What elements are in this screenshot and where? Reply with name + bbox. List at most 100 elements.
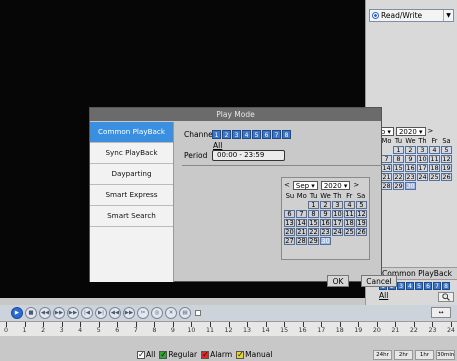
- calendar-day[interactable]: 4: [344, 201, 355, 209]
- calendar-day[interactable]: 20: [284, 228, 295, 236]
- calendar-day[interactable]: 12: [356, 210, 367, 218]
- filter-manual[interactable]: Manual: [236, 350, 272, 359]
- channel-checkbox[interactable]: 8: [282, 130, 291, 139]
- channel-checkbox[interactable]: 7: [272, 130, 281, 139]
- channel-checkbox[interactable]: 2: [222, 130, 231, 139]
- search-button[interactable]: [438, 292, 454, 302]
- calendar-day[interactable]: 19: [441, 164, 452, 172]
- mode-item[interactable]: Sync PlayBack: [90, 143, 173, 164]
- ok-button[interactable]: OK: [327, 275, 349, 287]
- calendar-day[interactable]: 22: [393, 173, 404, 181]
- prev-frame-button[interactable]: |◀: [81, 307, 93, 319]
- calendar-day[interactable]: 5: [441, 146, 452, 154]
- next-month-button[interactable]: >: [428, 127, 434, 135]
- calendar-day[interactable]: 26: [441, 173, 452, 181]
- stop-button[interactable]: ■: [25, 307, 37, 319]
- prev-file-button[interactable]: ◀◀: [109, 307, 121, 319]
- calendar-day[interactable]: 22: [308, 228, 319, 236]
- scale-button[interactable]: 2hr: [394, 350, 413, 360]
- calendar-day[interactable]: 14: [296, 219, 307, 227]
- fast-button[interactable]: ▶▶: [67, 307, 79, 319]
- calendar-day[interactable]: 19: [356, 219, 367, 227]
- channel-checkbox[interactable]: 7: [433, 282, 441, 290]
- calendar-day[interactable]: 15: [393, 164, 404, 172]
- calendar-day[interactable]: 9: [320, 210, 331, 218]
- calendar-day[interactable]: 24: [417, 173, 428, 181]
- calendar-day[interactable]: 14: [381, 164, 392, 172]
- calendar-day[interactable]: 28: [381, 182, 392, 190]
- calendar-day[interactable]: 9: [405, 155, 416, 163]
- calendar-day[interactable]: 23: [405, 173, 416, 181]
- calendar-day[interactable]: 6: [284, 210, 295, 218]
- calendar-day[interactable]: 30: [320, 237, 331, 245]
- calendar-day[interactable]: 25: [429, 173, 440, 181]
- calendar-day[interactable]: 12: [441, 155, 452, 163]
- cancel-button[interactable]: Cancel: [361, 275, 397, 287]
- calendar-day[interactable]: 16: [320, 219, 331, 227]
- calendar-day[interactable]: 17: [332, 219, 343, 227]
- channel-checkbox[interactable]: 3: [232, 130, 241, 139]
- calendar-day[interactable]: 18: [344, 219, 355, 227]
- scale-button[interactable]: 1hr: [415, 350, 434, 360]
- square-toggle[interactable]: [195, 310, 201, 316]
- scale-button[interactable]: 30min: [436, 350, 455, 360]
- calendar-day[interactable]: 1: [393, 146, 404, 154]
- calendar-day[interactable]: 17: [417, 164, 428, 172]
- filter-all[interactable]: All: [137, 350, 155, 359]
- period-input[interactable]: 00:00 - 23:59: [212, 150, 285, 161]
- slow-button[interactable]: ▶▶: [53, 307, 65, 319]
- cut-button[interactable]: ✕: [165, 307, 177, 319]
- mode-item[interactable]: Common PlayBack: [90, 122, 173, 143]
- channel-checkbox[interactable]: 5: [252, 130, 261, 139]
- channel-checkbox[interactable]: 6: [262, 130, 271, 139]
- filter-regular[interactable]: Regular: [159, 350, 197, 359]
- channel-checkbox[interactable]: 8: [442, 282, 450, 290]
- channel-checkbox[interactable]: 4: [242, 130, 251, 139]
- channel-checkbox[interactable]: 5: [415, 282, 423, 290]
- channel-checkbox[interactable]: 4: [406, 282, 414, 290]
- backup-button[interactable]: ▤: [179, 307, 191, 319]
- calendar-day[interactable]: 2: [405, 146, 416, 154]
- play-button[interactable]: ▶: [11, 307, 23, 319]
- calendar-day[interactable]: 10: [417, 155, 428, 163]
- calendar-day[interactable]: 27: [284, 237, 295, 245]
- calendar-day[interactable]: 3: [332, 201, 343, 209]
- calendar-day[interactable]: 26: [356, 228, 367, 236]
- all-channels-toggle[interactable]: All: [213, 141, 222, 150]
- clip-button[interactable]: ✂: [137, 307, 149, 319]
- calendar-day[interactable]: 11: [429, 155, 440, 163]
- calendar-day[interactable]: 25: [344, 228, 355, 236]
- scale-button[interactable]: 24hr: [373, 350, 392, 360]
- next-file-button[interactable]: ▶▶: [123, 307, 135, 319]
- calendar-day[interactable]: 18: [429, 164, 440, 172]
- calendar-day[interactable]: 13: [284, 219, 295, 227]
- mode-item[interactable]: Dayparting: [90, 164, 173, 185]
- calendar-day[interactable]: 24: [332, 228, 343, 236]
- year-select[interactable]: 2020 ▾: [320, 180, 351, 190]
- calendar-day[interactable]: 7: [381, 155, 392, 163]
- all-channels-toggle[interactable]: All: [379, 291, 388, 300]
- next-frame-button[interactable]: ▶|: [95, 307, 107, 319]
- calendar-day[interactable]: 3: [417, 146, 428, 154]
- mode-item[interactable]: Smart Search: [90, 206, 173, 227]
- snapshot-button[interactable]: ◎: [151, 307, 163, 319]
- calendar-day[interactable]: 29: [308, 237, 319, 245]
- calendar-day[interactable]: 10: [332, 210, 343, 218]
- calendar-day[interactable]: 21: [296, 228, 307, 236]
- calendar-day[interactable]: 5: [356, 201, 367, 209]
- calendar-day[interactable]: 1: [308, 201, 319, 209]
- calendar-day[interactable]: 23: [320, 228, 331, 236]
- channel-checkbox[interactable]: 6: [424, 282, 432, 290]
- rewind-button[interactable]: ◀◀: [39, 307, 51, 319]
- calendar-day[interactable]: 11: [344, 210, 355, 218]
- month-select[interactable]: Sep ▾: [292, 180, 318, 190]
- calendar-day[interactable]: 21: [381, 173, 392, 181]
- next-month-button[interactable]: >: [353, 181, 359, 189]
- channel-checkbox[interactable]: 1: [212, 130, 221, 139]
- timeline[interactable]: 0 1 2 3 4 5 6 7 8 9 10 11 12 13 14 15 16 17 18 19 20 21 22 23 24: [0, 321, 457, 336]
- prev-month-button[interactable]: <: [284, 181, 290, 189]
- calendar-day[interactable]: 4: [429, 146, 440, 154]
- calendar-day[interactable]: 15: [308, 219, 319, 227]
- calendar-day[interactable]: 2: [320, 201, 331, 209]
- calendar-day[interactable]: 28: [296, 237, 307, 245]
